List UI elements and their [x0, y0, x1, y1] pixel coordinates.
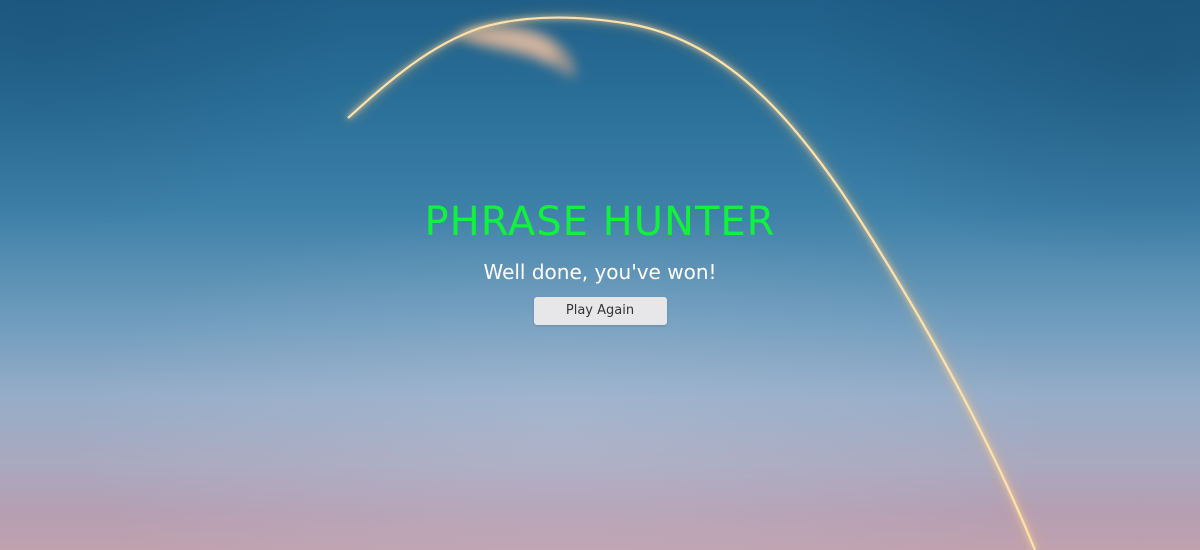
play-again-button[interactable]: Play Again: [533, 297, 667, 325]
win-message: Well done, you've won!: [483, 260, 717, 284]
game-overlay: PHRASE HUNTER Well done, you've won! Pla…: [0, 196, 1200, 325]
game-title: PHRASE HUNTER: [424, 199, 776, 245]
